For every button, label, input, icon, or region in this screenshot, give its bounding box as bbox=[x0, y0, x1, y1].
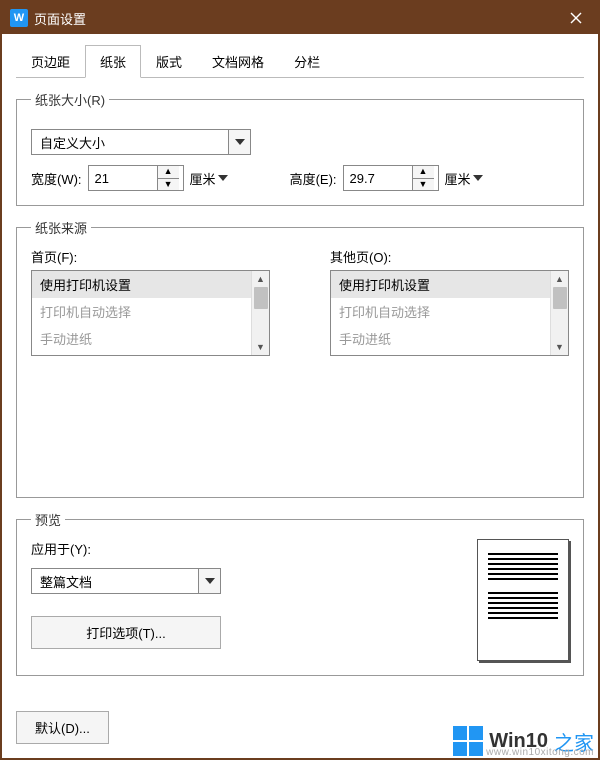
tab-bar: 页边距 纸张 版式 文档网格 分栏 bbox=[16, 44, 584, 78]
width-down[interactable]: ▼ bbox=[158, 179, 179, 191]
height-spinner[interactable]: ▲ ▼ bbox=[343, 165, 439, 191]
list-item[interactable]: 手动进纸 bbox=[331, 325, 550, 352]
chevron-down-icon bbox=[473, 175, 483, 181]
list-item[interactable]: 打印机自动选择 bbox=[331, 298, 550, 325]
paper-source-group: 纸张来源 首页(F): 使用打印机设置 打印机自动选择 手动进纸 ▲ bbox=[16, 218, 584, 498]
height-arrows: ▲ ▼ bbox=[412, 166, 434, 190]
scroll-up-icon[interactable]: ▲ bbox=[252, 271, 269, 287]
scroll-thumb[interactable] bbox=[553, 287, 567, 309]
width-up[interactable]: ▲ bbox=[158, 166, 179, 179]
list-item[interactable]: 手动进纸 bbox=[32, 325, 251, 352]
other-pages-listbox[interactable]: 使用打印机设置 打印机自动选择 手动进纸 ▲ ▼ bbox=[330, 270, 569, 356]
height-up[interactable]: ▲ bbox=[413, 166, 434, 179]
first-page-listbox[interactable]: 使用打印机设置 打印机自动选择 手动进纸 ▲ ▼ bbox=[31, 270, 270, 356]
other-pages-column: 其他页(O): 使用打印机设置 打印机自动选择 手动进纸 ▲ ▼ bbox=[330, 247, 569, 356]
first-page-list: 使用打印机设置 打印机自动选择 手动进纸 bbox=[32, 271, 251, 355]
preview-legend: 预览 bbox=[31, 510, 65, 529]
tab-margins[interactable]: 页边距 bbox=[16, 45, 85, 78]
other-pages-label: 其他页(O): bbox=[330, 247, 569, 266]
preview-thumbnail bbox=[477, 539, 569, 661]
scroll-down-icon[interactable]: ▼ bbox=[252, 339, 269, 355]
scroll-thumb[interactable] bbox=[254, 287, 268, 309]
width-label: 宽度(W): bbox=[31, 169, 82, 188]
list-item[interactable]: 使用打印机设置 bbox=[32, 271, 251, 298]
height-unit[interactable]: 厘米 bbox=[445, 169, 483, 188]
dialog-footer: 默认(D)... bbox=[2, 701, 598, 758]
apply-to-label: 应用于(Y): bbox=[31, 542, 91, 557]
apply-to-selected: 整篇文档 bbox=[32, 572, 198, 591]
preview-group: 预览 应用于(Y): 整篇文档 打印选项(T)... bbox=[16, 510, 584, 676]
width-arrows: ▲ ▼ bbox=[157, 166, 179, 190]
height-input[interactable] bbox=[344, 166, 412, 190]
tab-grid[interactable]: 文档网格 bbox=[197, 45, 279, 78]
titlebar-left: W 页面设置 bbox=[10, 9, 86, 28]
paper-size-combo[interactable]: 自定义大小 bbox=[31, 129, 251, 155]
tab-paper[interactable]: 纸张 bbox=[85, 45, 141, 78]
window-title: 页面设置 bbox=[34, 9, 86, 28]
scroll-track[interactable] bbox=[252, 309, 269, 339]
chevron-down-icon bbox=[228, 130, 250, 154]
first-page-column: 首页(F): 使用打印机设置 打印机自动选择 手动进纸 ▲ ▼ bbox=[31, 247, 270, 356]
paper-size-group: 纸张大小(R) 自定义大小 宽度(W): ▲ ▼ 厘米 高度 bbox=[16, 90, 584, 206]
print-options-button[interactable]: 打印选项(T)... bbox=[31, 616, 221, 649]
page-setup-window: W 页面设置 页边距 纸张 版式 文档网格 分栏 纸张大小(R) 自定义大小 bbox=[0, 0, 600, 760]
tab-layout[interactable]: 版式 bbox=[141, 45, 197, 78]
default-button[interactable]: 默认(D)... bbox=[16, 711, 109, 744]
app-icon: W bbox=[10, 9, 28, 27]
list-item[interactable]: 打印机自动选择 bbox=[32, 298, 251, 325]
chevron-down-icon bbox=[198, 569, 220, 593]
content-area: 页边距 纸张 版式 文档网格 分栏 纸张大小(R) 自定义大小 宽度(W): ▲ bbox=[2, 34, 598, 701]
width-unit[interactable]: 厘米 bbox=[190, 169, 228, 188]
width-input[interactable] bbox=[89, 166, 157, 190]
close-button[interactable] bbox=[562, 4, 590, 32]
tab-columns[interactable]: 分栏 bbox=[279, 45, 335, 78]
paper-source-legend: 纸张来源 bbox=[31, 218, 91, 237]
scroll-up-icon[interactable]: ▲ bbox=[551, 271, 568, 287]
height-label: 高度(E): bbox=[290, 169, 337, 188]
width-spinner[interactable]: ▲ ▼ bbox=[88, 165, 184, 191]
height-down[interactable]: ▼ bbox=[413, 179, 434, 191]
scrollbar[interactable]: ▲ ▼ bbox=[251, 271, 269, 355]
paper-size-selected: 自定义大小 bbox=[32, 133, 228, 152]
scroll-track[interactable] bbox=[551, 309, 568, 339]
scrollbar[interactable]: ▲ ▼ bbox=[550, 271, 568, 355]
apply-to-combo[interactable]: 整篇文档 bbox=[31, 568, 221, 594]
other-pages-list: 使用打印机设置 打印机自动选择 手动进纸 bbox=[331, 271, 550, 355]
list-item[interactable]: 使用打印机设置 bbox=[331, 271, 550, 298]
preview-page-icon bbox=[477, 539, 569, 661]
first-page-label: 首页(F): bbox=[31, 247, 270, 266]
close-icon bbox=[570, 12, 582, 24]
paper-size-legend: 纸张大小(R) bbox=[31, 90, 109, 109]
chevron-down-icon bbox=[218, 175, 228, 181]
titlebar: W 页面设置 bbox=[2, 2, 598, 34]
scroll-down-icon[interactable]: ▼ bbox=[551, 339, 568, 355]
